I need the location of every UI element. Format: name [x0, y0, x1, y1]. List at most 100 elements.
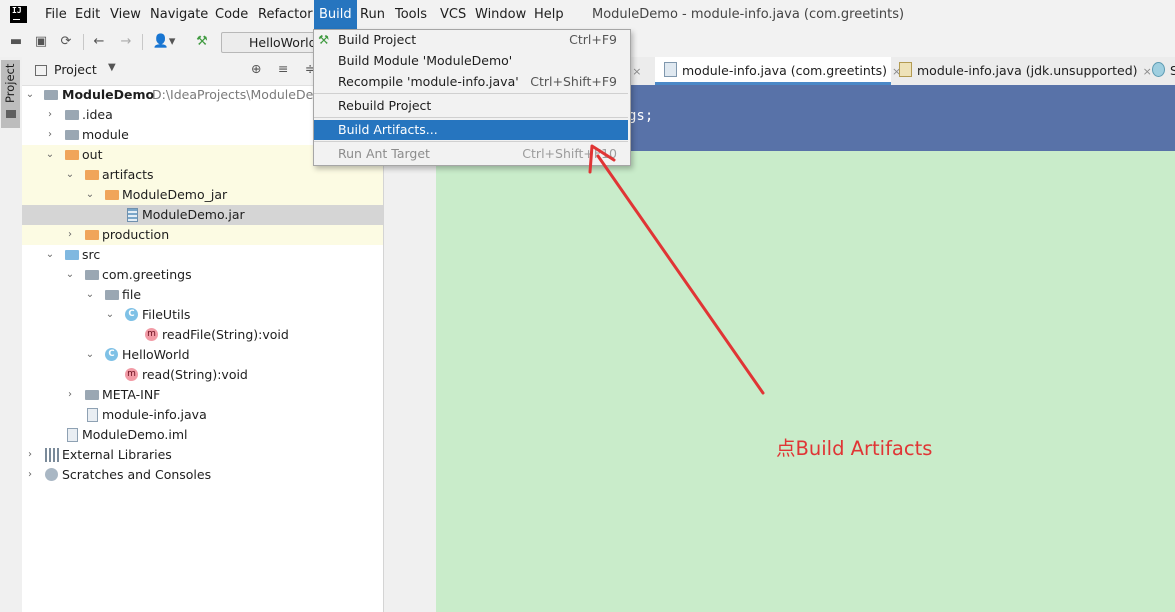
menu-window[interactable]: Window [470, 0, 531, 29]
user-dropdown-icon[interactable]: 👤▾ [150, 34, 178, 50]
chevron-down-icon[interactable]: ▼ [108, 62, 116, 73]
menu-item-rebuild-project[interactable]: Rebuild Project [314, 96, 628, 116]
tree-node-label: src [82, 247, 101, 262]
menu-code[interactable]: Code [210, 0, 253, 29]
tree-node-label: com.greetings [102, 267, 192, 282]
forward-arrow-icon[interactable]: → [118, 34, 134, 50]
save-icon[interactable]: ▣ [33, 34, 49, 50]
menu-vcs[interactable]: VCS [435, 0, 471, 29]
locate-crosshair-icon[interactable]: ⊕ [251, 61, 261, 76]
menu-item-label: Rebuild Project [338, 98, 432, 113]
tree-node-label: ModuleDemo.iml [82, 427, 188, 442]
menu-edit[interactable]: Edit [70, 0, 105, 29]
folder-icon [65, 130, 79, 140]
chevron-down-icon[interactable]: ⌄ [45, 145, 55, 165]
tree-node-label: read(String):void [142, 367, 248, 382]
sync-icon[interactable]: ⟳ [58, 34, 74, 50]
tree-node-readfile[interactable]: m readFile(String):void [22, 325, 383, 345]
tree-node-label: FileUtils [142, 307, 191, 322]
tree-node-label: ModuleDemo [62, 87, 155, 102]
editor-tab-partial-right[interactable]: S [1152, 57, 1175, 85]
package-folder-icon [85, 270, 99, 280]
chevron-right-icon[interactable]: › [45, 105, 55, 125]
tree-node-label: out [82, 147, 103, 162]
menu-item-build-project[interactable]: ⚒ Build Project Ctrl+F9 [314, 30, 628, 50]
run-configuration-select[interactable]: HelloWorld [221, 32, 321, 53]
tree-node-label: ModuleDemo_jar [122, 187, 228, 202]
menu-item-label: Run Ant Target [338, 146, 430, 161]
intellij-logo-icon: IJ [10, 6, 27, 23]
close-icon[interactable]: × [632, 65, 641, 78]
tree-node-moduledemo-jar-folder[interactable]: ⌄ ModuleDemo_jar [22, 185, 383, 205]
editor-tab-module-info-jdk[interactable]: module-info.java (jdk.unsupported) × [899, 57, 1152, 85]
tree-node-scratches[interactable]: › Scratches and Consoles [22, 465, 383, 485]
excluded-folder-icon [65, 150, 79, 160]
menu-help[interactable]: Help [529, 0, 569, 29]
menu-tools[interactable]: Tools [390, 0, 432, 29]
tree-node-meta-inf[interactable]: › META-INF [22, 385, 383, 405]
tree-node-external-libraries[interactable]: › External Libraries [22, 445, 383, 465]
tree-node-label: Scratches and Consoles [62, 467, 212, 482]
menu-item-label: Recompile 'module-info.java' [338, 74, 519, 89]
project-panel-title[interactable]: Project [54, 62, 97, 77]
menu-separator [314, 141, 628, 142]
class-icon: C [125, 308, 138, 321]
tree-node-moduledemo-jar[interactable]: ModuleDemo.jar [22, 205, 383, 225]
tree-node-moduledemo-iml[interactable]: ModuleDemo.iml [22, 425, 383, 445]
chevron-right-icon[interactable]: › [25, 465, 35, 485]
chevron-down-icon[interactable]: ⌄ [85, 285, 95, 305]
editor-body[interactable] [436, 151, 1175, 612]
menu-item-shortcut: Ctrl+F9 [569, 32, 617, 47]
tree-node-read[interactable]: m read(String):void [22, 365, 383, 385]
tree-node-label: META-INF [102, 387, 161, 402]
method-icon: m [125, 368, 138, 381]
tree-node-com-greetings[interactable]: ⌄ com.greetings [22, 265, 383, 285]
tree-node-label: ModuleDemo.jar [142, 207, 245, 222]
tree-node-file[interactable]: ⌄ file [22, 285, 383, 305]
tree-node-artifacts[interactable]: ⌄ artifacts [22, 165, 383, 185]
menu-refactor[interactable]: Refactor [253, 0, 318, 29]
menu-view[interactable]: View [105, 0, 146, 29]
chevron-right-icon[interactable]: › [65, 385, 75, 405]
tree-node-helloworld[interactable]: ⌄ C HelloWorld [22, 345, 383, 365]
menu-item-shortcut: Ctrl+Shift+F9 [530, 74, 617, 89]
menu-navigate[interactable]: Navigate [145, 0, 213, 29]
chevron-down-icon[interactable]: ⌄ [65, 165, 75, 185]
toolbar-separator [83, 34, 84, 50]
tree-node-label: .idea [82, 107, 113, 122]
chevron-down-icon[interactable]: ⌄ [65, 265, 75, 285]
tree-node-src[interactable]: ⌄ src [22, 245, 383, 265]
java-file-icon [664, 62, 677, 77]
collapse-all-icon[interactable]: ≡ [278, 61, 288, 76]
menu-item-run-ant-target[interactable]: Run Ant Target Ctrl+Shift+F10 [314, 144, 628, 164]
tree-node-fileutils[interactable]: ⌄ C FileUtils [22, 305, 383, 325]
chevron-down-icon[interactable]: ⌄ [45, 245, 55, 265]
chevron-down-icon[interactable]: ⌄ [105, 305, 115, 325]
chevron-down-icon[interactable]: ⌄ [85, 185, 95, 205]
menu-file[interactable]: File [40, 0, 72, 29]
menu-item-build-artifacts[interactable]: Build Artifacts... [314, 120, 628, 140]
chevron-right-icon[interactable]: › [45, 125, 55, 145]
back-arrow-icon[interactable]: ← [91, 34, 107, 50]
editor-tab-module-info-greetints[interactable]: module-info.java (com.greetints) × [655, 57, 901, 85]
menu-run[interactable]: Run [355, 0, 390, 29]
chevron-right-icon[interactable]: › [25, 445, 35, 465]
tree-node-label: External Libraries [62, 447, 172, 462]
tree-node-production[interactable]: › production [22, 225, 383, 245]
chevron-right-icon[interactable]: › [65, 225, 75, 245]
tab-label: S [1170, 63, 1175, 78]
menu-item-shortcut: Ctrl+Shift+F10 [522, 146, 617, 161]
close-icon[interactable]: × [1143, 65, 1152, 78]
tree-node-label: artifacts [102, 167, 154, 182]
chevron-down-icon[interactable]: ⌄ [25, 85, 35, 105]
menu-item-build-module[interactable]: Build Module 'ModuleDemo' [314, 51, 628, 71]
tree-node-module-info[interactable]: module-info.java [22, 405, 383, 425]
menu-build[interactable]: Build [314, 0, 357, 29]
hammer-build-icon[interactable]: ⚒ [194, 34, 210, 50]
class-icon: C [105, 348, 118, 361]
open-folder-icon[interactable]: ▬ [8, 34, 24, 50]
menu-item-recompile[interactable]: Recompile 'module-info.java' Ctrl+Shift+… [314, 72, 628, 92]
menu-separator [314, 117, 628, 118]
chevron-down-icon[interactable]: ⌄ [85, 345, 95, 365]
scratches-icon [45, 468, 58, 481]
